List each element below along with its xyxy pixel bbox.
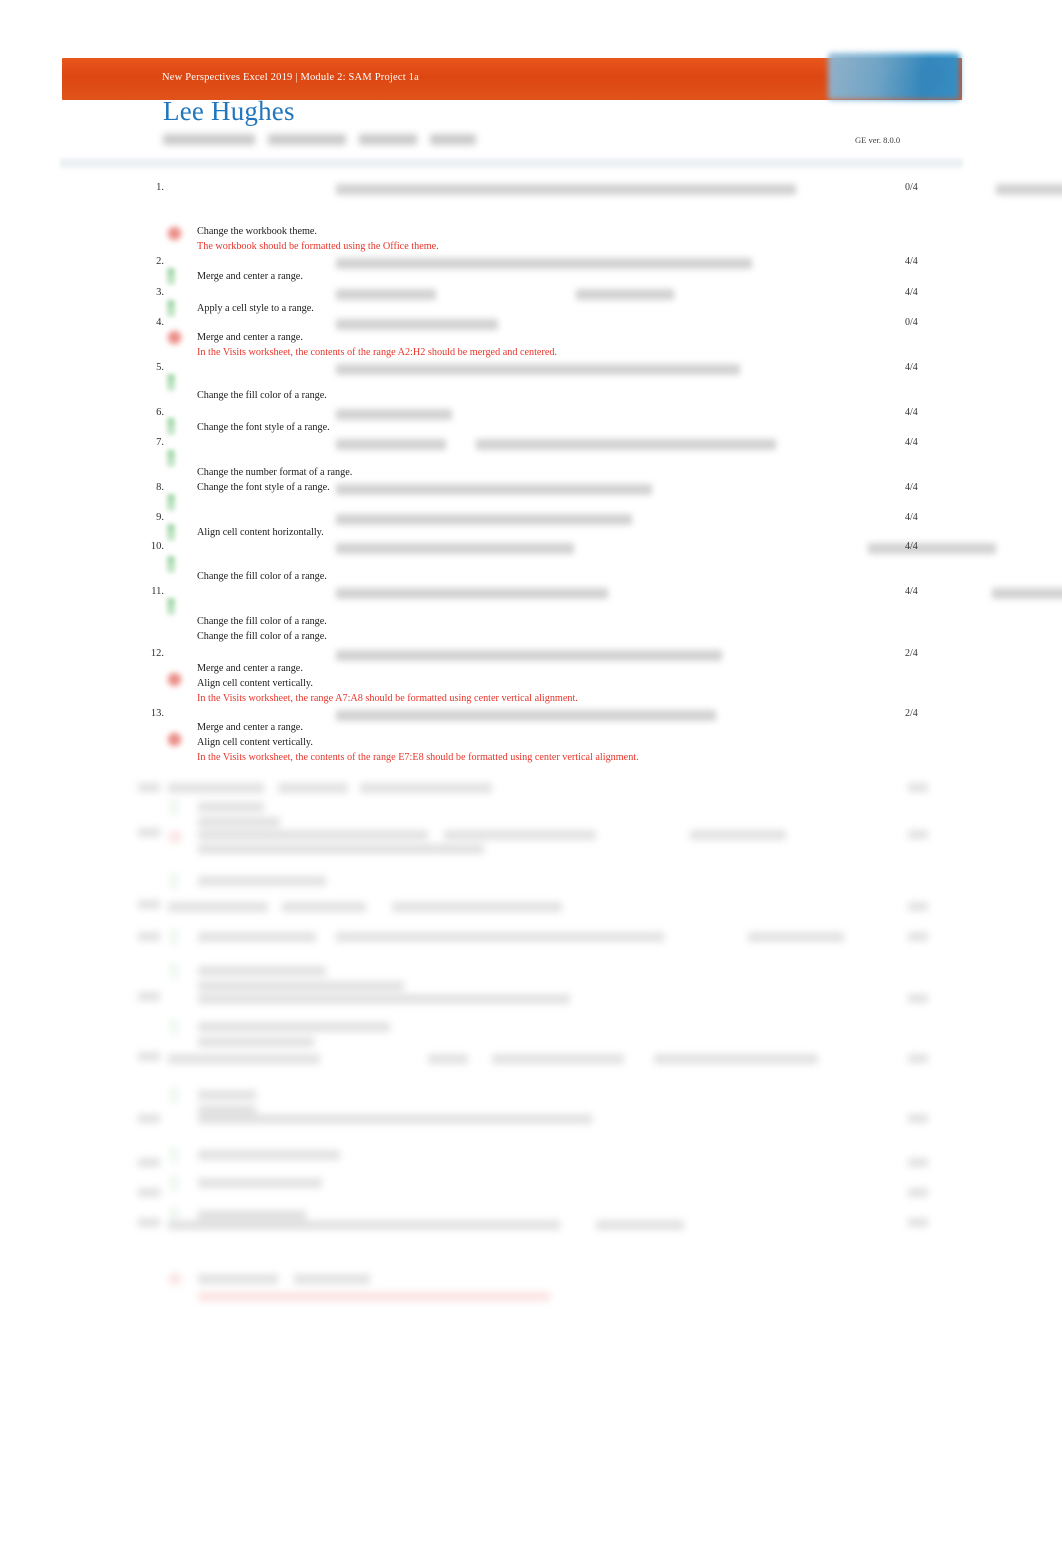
task-result-label: Change the fill color of a range. xyxy=(197,390,327,401)
error-icon xyxy=(167,330,182,345)
logo-dot-icon xyxy=(918,65,944,87)
task-score: 4/4 xyxy=(905,407,918,418)
task-description-redacted xyxy=(0,407,1062,423)
task-description-redacted xyxy=(0,708,1062,724)
check-icon xyxy=(167,300,175,317)
task-score: 0/4 xyxy=(905,182,918,193)
check-icon xyxy=(167,418,175,435)
check-icon xyxy=(167,374,175,391)
task-description-redacted xyxy=(0,648,1062,664)
task-score: 4/4 xyxy=(905,437,918,448)
report-banner: New Perspectives Excel 2019 | Module 2: … xyxy=(62,53,962,100)
task-error-message: In the Visits worksheet, the contents of… xyxy=(197,347,558,358)
task-description-redacted xyxy=(0,437,1062,453)
task-result-label: Change the fill color of a range. xyxy=(197,616,327,627)
task-result-label: Merge and center a range. xyxy=(197,722,303,733)
task-score: 4/4 xyxy=(905,512,918,523)
header-divider xyxy=(60,158,963,170)
task-result-label: Merge and center a range. xyxy=(197,663,303,674)
error-icon xyxy=(167,226,182,241)
task-score: 4/4 xyxy=(905,362,918,373)
sam-logo-icon xyxy=(828,53,960,100)
check-icon xyxy=(167,450,175,467)
partial-icon xyxy=(167,732,182,747)
banner-title: New Perspectives Excel 2019 | Module 2: … xyxy=(162,72,419,83)
assignment-subline xyxy=(163,130,583,146)
task-result-label: Change the workbook theme. xyxy=(197,226,317,237)
task-result-label: Change the font style of a range. xyxy=(197,482,330,493)
faded-task-section xyxy=(0,780,1062,1325)
task-error-message: The workbook should be formatted using t… xyxy=(197,241,439,252)
task-score: 4/4 xyxy=(905,586,918,597)
task-description-redacted xyxy=(0,317,1062,333)
task-result-label: Change the number format of a range. xyxy=(197,467,353,478)
task-description-redacted xyxy=(0,512,1062,528)
check-icon xyxy=(167,268,175,285)
task-result-label: Align cell content vertically. xyxy=(197,678,313,689)
task-description-redacted xyxy=(0,182,1062,198)
task-result-label: Merge and center a range. xyxy=(197,271,303,282)
grading-report-page: New Perspectives Excel 2019 | Module 2: … xyxy=(0,0,1062,1561)
task-result-label: Change the fill color of a range. xyxy=(197,571,327,582)
task-score: 0/4 xyxy=(905,317,918,328)
task-result-label: Apply a cell style to a range. xyxy=(197,303,314,314)
student-name: Lee Hughes xyxy=(163,96,295,126)
task-score: 2/4 xyxy=(905,648,918,659)
task-result-label: Merge and center a range. xyxy=(197,332,303,343)
task-error-message: In the Visits worksheet, the range A7:A8… xyxy=(197,693,578,704)
task-result-label: Change the font style of a range. xyxy=(197,422,330,433)
task-description-redacted xyxy=(0,586,1062,602)
task-description-redacted xyxy=(0,362,1062,378)
task-score: 4/4 xyxy=(905,287,918,298)
task-score: 2/4 xyxy=(905,708,918,719)
task-description-redacted xyxy=(0,256,1062,272)
check-icon xyxy=(167,494,175,511)
check-icon xyxy=(167,598,175,615)
task-description-redacted xyxy=(0,541,1062,557)
task-score: 4/4 xyxy=(905,541,918,552)
version-label: GE ver. 8.0.0 xyxy=(855,135,901,145)
task-description-redacted xyxy=(0,482,1062,498)
task-result-label: Change the fill color of a range. xyxy=(197,631,327,642)
check-icon xyxy=(167,524,175,541)
task-error-message: In the Visits worksheet, the contents of… xyxy=(197,752,639,763)
task-description-redacted xyxy=(0,287,1062,303)
check-icon xyxy=(167,556,175,573)
task-result-label: Align cell content horizontally. xyxy=(197,527,324,538)
partial-icon xyxy=(167,672,182,687)
task-score: 4/4 xyxy=(905,256,918,267)
task-score: 4/4 xyxy=(905,482,918,493)
task-result-label: Align cell content vertically. xyxy=(197,737,313,748)
